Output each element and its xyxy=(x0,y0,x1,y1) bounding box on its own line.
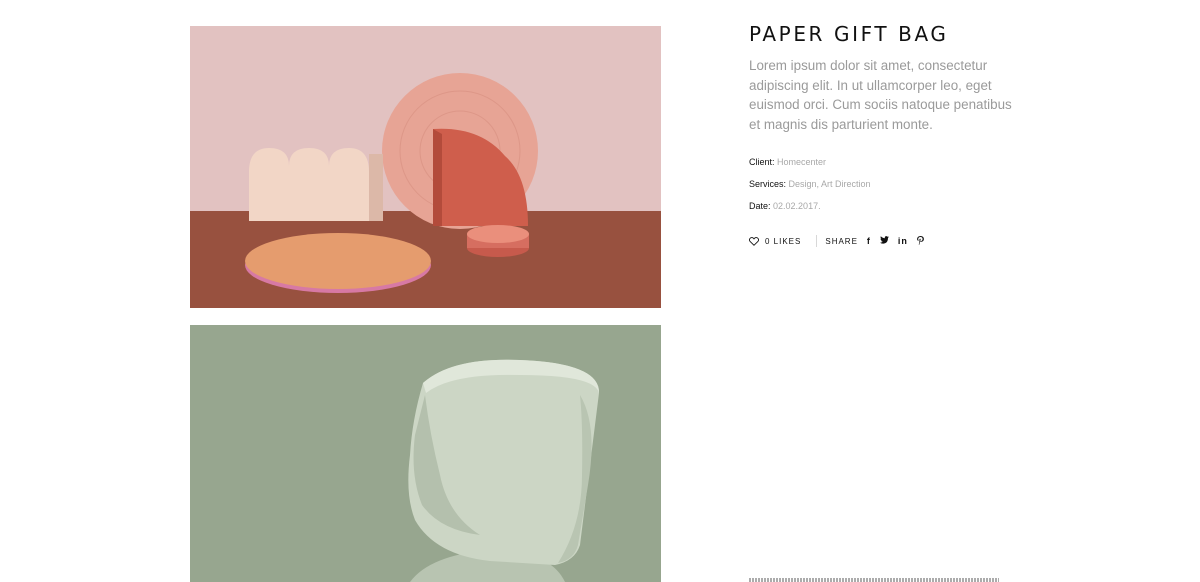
green-chair-illustration xyxy=(190,325,661,582)
project-image-sculptures[interactable] xyxy=(190,26,661,308)
pinterest-p-shape xyxy=(917,235,924,245)
meta-label: Services: xyxy=(749,179,787,190)
heart-icon xyxy=(749,236,759,246)
project-gallery xyxy=(190,26,661,582)
project-meta: Client: Homecenter Services: Design, Art… xyxy=(749,156,1019,222)
facebook-icon[interactable]: f xyxy=(867,236,871,246)
meta-label: Client: xyxy=(749,157,775,168)
linkedin-icon[interactable]: in xyxy=(898,236,908,246)
twitter-bird-shape xyxy=(879,236,889,245)
share-label: SHARE xyxy=(825,236,858,246)
twitter-icon[interactable] xyxy=(879,236,889,246)
likes-count: 0 LIKES xyxy=(765,236,802,246)
project-description: Lorem ipsum dolor sit amet, consectetur … xyxy=(749,58,1012,132)
meta-services: Services: Design, Art Direction xyxy=(749,178,1019,200)
social-bar: 0 LIKES SHARE f in xyxy=(749,235,1019,248)
project-info: PAPER GIFT BAG Lorem ipsum dolor sit ame… xyxy=(749,20,1019,248)
pinterest-icon[interactable] xyxy=(917,235,924,247)
meta-value: 02.02.2017. xyxy=(773,201,821,212)
meta-client: Client: Homecenter xyxy=(749,156,1019,178)
meta-value: Homecenter xyxy=(777,157,827,168)
meta-value: Design, Art Direction xyxy=(788,179,871,190)
footer-text-strip xyxy=(749,578,999,582)
project-image-chair[interactable] xyxy=(190,325,661,582)
meta-date: Date: 02.02.2017. xyxy=(749,200,1019,222)
divider xyxy=(816,235,818,248)
like-button[interactable]: 0 LIKES xyxy=(749,237,801,246)
paper-sculptures-illustration xyxy=(190,26,661,308)
meta-label: Date: xyxy=(749,201,771,212)
project-title: PAPER GIFT BAG xyxy=(749,22,949,46)
